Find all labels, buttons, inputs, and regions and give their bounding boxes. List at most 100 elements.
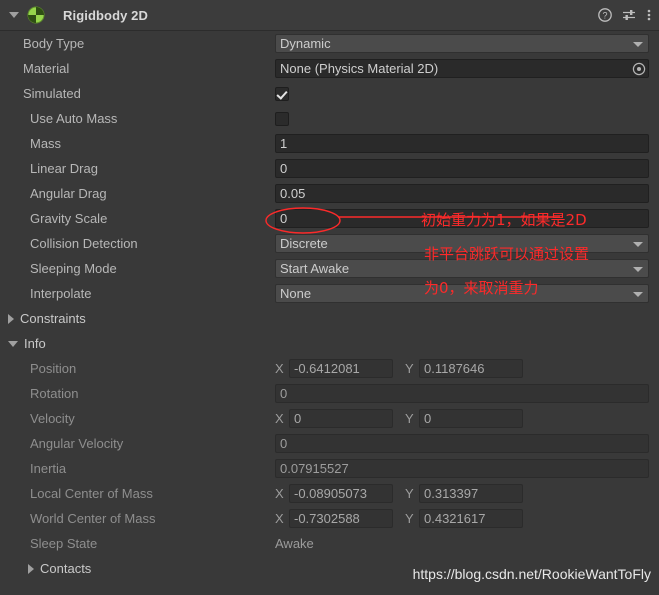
- use-auto-mass-checkbox[interactable]: [275, 111, 289, 126]
- body-type-dropdown[interactable]: Dynamic: [275, 34, 649, 53]
- angular-drag-value: 0.05: [280, 186, 306, 201]
- label-linear-drag: Linear Drag: [30, 161, 98, 176]
- axis-label-x: X: [275, 486, 284, 501]
- inertia-value: 0.07915527: [280, 461, 349, 476]
- help-icon[interactable]: ?: [598, 8, 612, 22]
- simulated-checkbox[interactable]: [275, 86, 289, 101]
- info-row-angular-velocity: Angular Velocity 0: [0, 431, 659, 456]
- angular-velocity-value: 0: [280, 436, 288, 451]
- property-row-collision-detection: Collision Detection Discrete: [0, 231, 659, 256]
- angular-drag-input[interactable]: 0.05: [275, 184, 649, 203]
- info-row-inertia: Inertia 0.07915527: [0, 456, 659, 481]
- label-gravity-scale: Gravity Scale: [30, 211, 108, 226]
- velocity-x-field: 0: [289, 409, 393, 428]
- page-title: Rigidbody 2D: [63, 7, 148, 23]
- label-material: Material: [23, 61, 70, 76]
- info-row-world-center-of-mass: World Center of Mass X -0.7302588 Y 0.43…: [0, 506, 659, 531]
- axis-label-y: Y: [405, 486, 414, 501]
- axis-label-y: Y: [405, 411, 414, 426]
- collision-detection-dropdown[interactable]: Discrete: [275, 234, 649, 253]
- local-center-y-value: 0.313397: [424, 486, 479, 501]
- info-foldout[interactable]: Info: [0, 331, 659, 356]
- property-row-angular-drag: Angular Drag 0.05: [0, 181, 659, 206]
- component-foldout-toggle[interactable]: [6, 12, 22, 18]
- velocity-y-field: 0: [419, 409, 523, 428]
- local-center-y-field: 0.313397: [419, 484, 523, 503]
- label-constraints: Constraints: [20, 311, 86, 326]
- sleeping-mode-value: Start Awake: [280, 261, 350, 276]
- label-inertia: Inertia: [30, 461, 67, 476]
- position-y-field: 0.1187646: [419, 359, 523, 378]
- velocity-x-value: 0: [294, 411, 302, 426]
- axis-label-x: X: [275, 511, 284, 526]
- sleep-state-value: Awake: [275, 536, 314, 551]
- svg-text:?: ?: [602, 10, 607, 20]
- label-velocity: Velocity: [30, 411, 75, 426]
- property-row-body-type: Body Type Dynamic: [0, 31, 659, 56]
- property-row-material: Material None (Physics Material 2D): [0, 56, 659, 81]
- gravity-scale-input[interactable]: 0: [275, 209, 649, 228]
- sleeping-mode-dropdown[interactable]: Start Awake: [275, 259, 649, 278]
- info-row-local-center-of-mass: Local Center of Mass X -0.08905073 Y 0.3…: [0, 481, 659, 506]
- label-position: Position: [30, 361, 77, 376]
- linear-drag-value: 0: [280, 161, 288, 176]
- interpolate-value: None: [280, 286, 312, 301]
- velocity-y-value: 0: [424, 411, 432, 426]
- property-row-linear-drag: Linear Drag 0: [0, 156, 659, 181]
- interpolate-dropdown[interactable]: None: [275, 284, 649, 303]
- preset-icon[interactable]: [622, 8, 637, 22]
- object-picker-icon[interactable]: [632, 62, 646, 76]
- axis-label-y: Y: [405, 361, 414, 376]
- label-use-auto-mass: Use Auto Mass: [30, 111, 118, 126]
- label-info: Info: [24, 336, 46, 351]
- label-collision-detection: Collision Detection: [30, 236, 138, 251]
- chevron-down-icon: [633, 266, 643, 272]
- property-row-sleeping-mode: Sleeping Mode Start Awake: [0, 256, 659, 281]
- label-interpolate: Interpolate: [30, 286, 92, 301]
- watermark-text: https://blog.csdn.net/RookieWantToFly: [412, 566, 651, 582]
- chevron-down-icon: [8, 340, 18, 347]
- mass-input[interactable]: 1: [275, 134, 649, 153]
- info-row-velocity: Velocity X 0 Y 0: [0, 406, 659, 431]
- inertia-field: 0.07915527: [275, 459, 649, 478]
- linear-drag-input[interactable]: 0: [275, 159, 649, 178]
- info-row-position: Position X -0.6412081 Y 0.1187646: [0, 356, 659, 381]
- constraints-foldout[interactable]: Constraints: [0, 306, 659, 331]
- rotation-value: 0: [280, 386, 288, 401]
- position-x-value: -0.6412081: [294, 361, 360, 376]
- label-angular-velocity: Angular Velocity: [30, 436, 124, 451]
- chevron-right-icon: [28, 563, 34, 574]
- material-value: None (Physics Material 2D): [280, 61, 439, 76]
- local-center-x-value: -0.08905073: [294, 486, 368, 501]
- label-angular-drag: Angular Drag: [30, 186, 107, 201]
- world-center-y-value: 0.4321617: [424, 511, 486, 526]
- info-row-rotation: Rotation 0: [0, 381, 659, 406]
- axis-label-x: X: [275, 411, 284, 426]
- property-row-interpolate: Interpolate None: [0, 281, 659, 306]
- chevron-right-icon: [8, 313, 14, 324]
- world-center-x-value: -0.7302588: [294, 511, 360, 526]
- axis-label-x: X: [275, 361, 284, 376]
- world-center-x-field: -0.7302588: [289, 509, 393, 528]
- label-contacts: Contacts: [40, 561, 92, 576]
- label-local-center-of-mass: Local Center of Mass: [30, 486, 153, 501]
- angular-velocity-field: 0: [275, 434, 649, 453]
- label-world-center-of-mass: World Center of Mass: [30, 511, 156, 526]
- chevron-down-icon: [633, 241, 643, 247]
- component-header[interactable]: Rigidbody 2D ?: [0, 0, 659, 31]
- chevron-down-icon: [633, 291, 643, 297]
- label-sleep-state: Sleep State: [30, 536, 98, 551]
- info-row-sleep-state: Sleep State Awake: [0, 531, 659, 556]
- property-row-mass: Mass 1: [0, 131, 659, 156]
- local-center-x-field: -0.08905073: [289, 484, 393, 503]
- chevron-down-icon: [9, 12, 19, 18]
- gravity-scale-value: 0: [280, 211, 288, 226]
- label-simulated: Simulated: [23, 86, 81, 101]
- material-object-field[interactable]: None (Physics Material 2D): [275, 59, 649, 78]
- collision-detection-value: Discrete: [280, 236, 328, 251]
- world-center-y-field: 0.4321617: [419, 509, 523, 528]
- property-row-gravity-scale: Gravity Scale 0: [0, 206, 659, 231]
- property-row-simulated: Simulated: [0, 81, 659, 106]
- rigidbody2d-icon: [27, 6, 45, 24]
- kebab-menu-icon[interactable]: [647, 8, 651, 22]
